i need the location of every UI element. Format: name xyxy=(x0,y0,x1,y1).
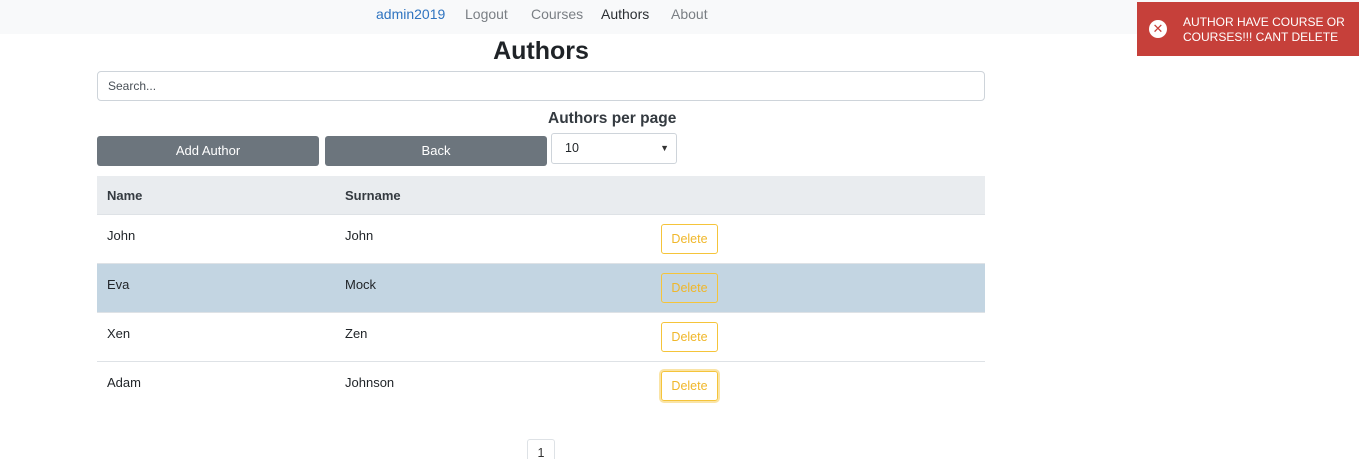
cell-surname: Johnson xyxy=(345,375,395,390)
delete-button[interactable]: Delete xyxy=(661,322,718,352)
select-value: 10 xyxy=(565,141,579,155)
error-circle-icon: ✕ xyxy=(1149,20,1167,38)
toast-message: AUTHOR HAVE COURSE OR COURSES!!! CANT DE… xyxy=(1183,15,1345,44)
table-header: Name Surname xyxy=(97,176,985,215)
table-row: Xen Zen Delete xyxy=(97,313,985,362)
nav-authors-link[interactable]: Authors xyxy=(601,6,649,22)
caret-down-icon: ▼ xyxy=(660,143,669,153)
authors-table: Name Surname John John Delete Eva Mock D… xyxy=(97,176,985,411)
nav-logout-link[interactable]: Logout xyxy=(465,6,508,22)
cell-name: John xyxy=(107,228,136,243)
search-input[interactable] xyxy=(97,71,985,101)
delete-button[interactable]: Delete xyxy=(661,371,718,401)
back-button[interactable]: Back xyxy=(325,136,547,166)
table-row: Adam Johnson Delete xyxy=(97,362,985,411)
cell-surname: John xyxy=(345,228,374,243)
nav-courses-link[interactable]: Courses xyxy=(531,6,583,22)
cell-surname: Zen xyxy=(345,326,368,341)
authors-per-page-select[interactable]: 10 ▼ xyxy=(551,133,677,164)
table-row: John John Delete xyxy=(97,215,985,264)
error-toast[interactable]: ✕ AUTHOR HAVE COURSE OR COURSES!!! CANT … xyxy=(1137,2,1359,56)
nav-user-link[interactable]: admin2019 xyxy=(376,6,445,22)
nav-about-link[interactable]: About xyxy=(671,6,708,22)
column-header-surname: Surname xyxy=(345,188,401,203)
column-header-name: Name xyxy=(107,188,143,203)
per-page-label: Authors per page xyxy=(548,110,677,127)
delete-button[interactable]: Delete xyxy=(661,273,718,303)
delete-button[interactable]: Delete xyxy=(661,224,718,254)
pagination-page-button[interactable]: 1 xyxy=(527,439,555,459)
cell-name: Adam xyxy=(107,375,141,390)
add-author-button[interactable]: Add Author xyxy=(97,136,319,166)
cell-name: Eva xyxy=(107,277,130,292)
table-row: Eva Mock Delete xyxy=(97,264,985,313)
page-title: Authors xyxy=(493,37,589,65)
cell-surname: Mock xyxy=(345,277,377,292)
cell-name: Xen xyxy=(107,326,131,341)
